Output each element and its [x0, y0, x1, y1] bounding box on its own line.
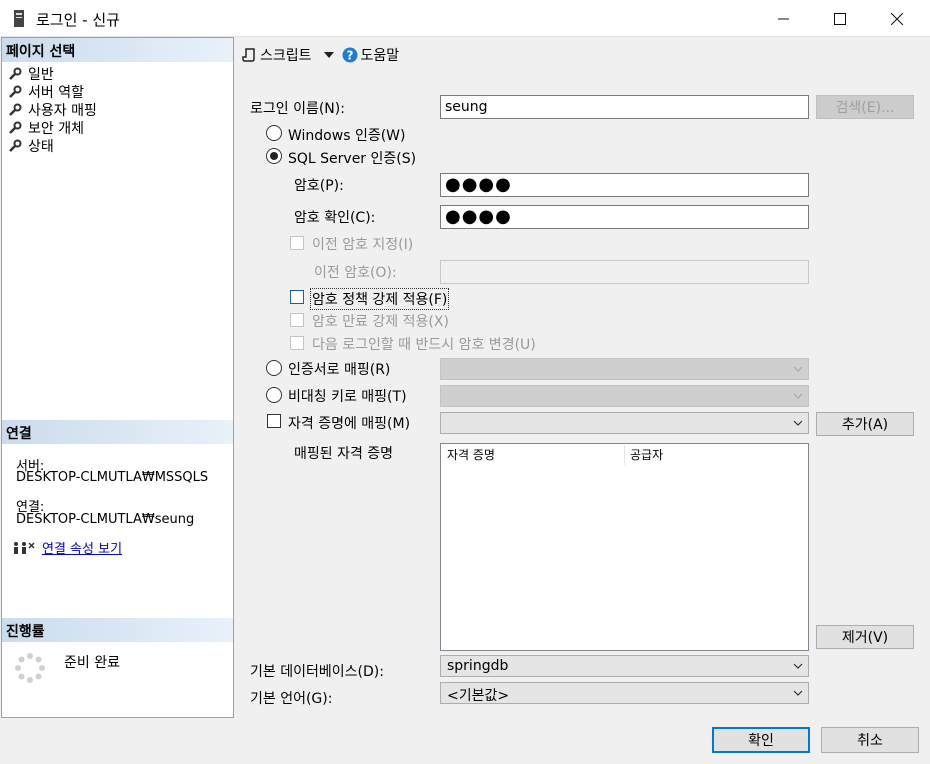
wrench-icon	[9, 139, 22, 152]
chevron-down-icon	[793, 393, 803, 399]
sql-auth-label: SQL Server 인증(S)	[288, 151, 417, 167]
cancel-button[interactable]: 취소	[821, 727, 919, 753]
wrench-icon	[9, 121, 22, 134]
sql-auth-radio[interactable]	[266, 148, 282, 164]
page-item-general[interactable]: 일반	[8, 65, 54, 83]
page-item-label: 서버 역할	[28, 85, 84, 101]
default-language-select[interactable]: <기본값>	[440, 682, 809, 704]
view-connection-properties-link[interactable]: 연결 속성 보기	[42, 538, 122, 557]
close-icon	[891, 12, 903, 25]
windows-auth-radio[interactable]	[266, 125, 282, 141]
remove-credential-button[interactable]: 제거(V)	[816, 625, 914, 649]
minimize-button[interactable]	[761, 0, 807, 37]
page-item-label: 보안 개체	[28, 121, 84, 137]
enforce-expiration-checkbox[interactable]	[290, 313, 304, 327]
progress-header: 진행률	[2, 618, 233, 642]
windows-auth-label: Windows 인증(W)	[288, 128, 406, 144]
chevron-down-icon	[793, 663, 803, 669]
certificate-map-label: 인증서로 매핑(R)	[288, 362, 391, 378]
old-password-check-label: 이전 암호 지정(I)	[312, 237, 414, 253]
left-panel: 페이지 선택 일반 서버 역할 사용자 매핑 보안 개체 상태 연결 서버: D…	[1, 37, 234, 718]
default-language-label: 기본 언어(G):	[250, 691, 333, 707]
default-language-value: <기본값>	[447, 688, 510, 704]
help-button[interactable]: ? 도움말	[342, 45, 400, 65]
search-button[interactable]: 검색(E)...	[816, 95, 914, 119]
wrench-icon	[9, 103, 22, 116]
password-input[interactable]: ●●●●	[440, 173, 809, 197]
old-password-checkbox[interactable]	[290, 236, 304, 250]
script-icon	[242, 48, 255, 62]
wrench-icon	[9, 85, 22, 98]
page-item-server-roles[interactable]: 서버 역할	[8, 83, 84, 101]
column-header-provider[interactable]: 공급자	[630, 446, 663, 463]
credential-map-checkbox[interactable]	[267, 414, 281, 428]
mapped-credentials-label: 매핑된 자격 증명	[294, 446, 394, 462]
asymmetric-key-select[interactable]	[440, 385, 809, 407]
title-bar: 로그인 - 신규	[0, 0, 930, 37]
enforce-expiration-label: 암호 만료 강제 적용(X)	[312, 314, 449, 330]
script-label: 스크립트	[260, 48, 312, 64]
chevron-down-icon[interactable]	[323, 51, 334, 59]
maximize-button[interactable]	[817, 0, 863, 37]
server-value: DESKTOP-CLMUTLA₩MSSQLS	[16, 470, 209, 485]
confirm-password-label: 암호 확인(C):	[294, 210, 376, 226]
asymmetric-key-map-radio[interactable]	[266, 387, 282, 403]
page-item-user-mapping[interactable]: 사용자 매핑	[8, 101, 97, 119]
add-credential-button[interactable]: 추가(A)	[816, 412, 914, 436]
old-password-label: 이전 암호(O):	[314, 265, 397, 281]
credential-map-label: 자격 증명에 매핑(M)	[288, 416, 411, 432]
password-label: 암호(P):	[294, 178, 344, 194]
wrench-icon	[9, 67, 22, 80]
must-change-label: 다음 로그인할 때 반드시 암호 변경(U)	[312, 337, 536, 353]
help-label: 도움말	[360, 48, 400, 64]
maximize-icon	[834, 12, 846, 25]
default-database-value: springdb	[447, 658, 509, 674]
help-icon: ?	[342, 47, 358, 63]
enforce-policy-checkbox[interactable]	[290, 290, 304, 304]
login-name-input[interactable]: seung	[440, 95, 809, 119]
close-button[interactable]	[874, 0, 920, 37]
default-database-label: 기본 데이터베이스(D):	[250, 664, 384, 680]
page-item-status[interactable]: 상태	[8, 137, 54, 155]
page-item-label: 상태	[28, 139, 54, 155]
must-change-checkbox[interactable]	[290, 336, 304, 350]
connection-properties-icon	[14, 541, 35, 554]
toolbar: 스크립트 ? 도움말	[242, 44, 399, 66]
svg-text:?: ?	[346, 49, 353, 63]
column-divider	[624, 445, 625, 465]
confirm-password-input[interactable]: ●●●●	[440, 205, 809, 229]
view-connection-properties[interactable]: 연결 속성 보기	[12, 538, 122, 557]
page-item-securables[interactable]: 보안 개체	[8, 119, 84, 137]
mapped-credentials-list[interactable]: 자격 증명 공급자	[440, 443, 809, 651]
default-database-select[interactable]: springdb	[440, 655, 809, 677]
connection-value: DESKTOP-CLMUTLA₩seung	[16, 512, 195, 527]
page-item-label: 사용자 매핑	[28, 103, 97, 119]
connection-header: 연결	[2, 420, 233, 444]
enforce-policy-label: 암호 정책 강제 적용(F)	[310, 288, 450, 310]
old-password-input[interactable]	[440, 260, 809, 284]
progress-status: 준비 완료	[64, 655, 120, 671]
window-title: 로그인 - 신규	[36, 11, 120, 29]
credential-select[interactable]	[440, 412, 809, 434]
ok-button[interactable]: 확인	[712, 727, 810, 753]
chevron-down-icon	[793, 366, 803, 372]
login-name-label: 로그인 이름(N):	[250, 101, 345, 117]
page-item-label: 일반	[28, 67, 54, 83]
chevron-down-icon	[793, 690, 803, 696]
chevron-down-icon	[793, 420, 803, 426]
minimize-icon	[778, 18, 789, 19]
column-header-credential[interactable]: 자격 증명	[447, 446, 495, 463]
script-button[interactable]: 스크립트	[242, 45, 312, 65]
page-select-header: 페이지 선택	[2, 38, 233, 62]
progress-spinner-icon	[15, 653, 45, 683]
certificate-map-radio[interactable]	[266, 360, 282, 376]
server-icon	[14, 10, 24, 27]
asymmetric-key-map-label: 비대칭 키로 매핑(T)	[288, 389, 407, 405]
certificate-select[interactable]	[440, 358, 809, 380]
